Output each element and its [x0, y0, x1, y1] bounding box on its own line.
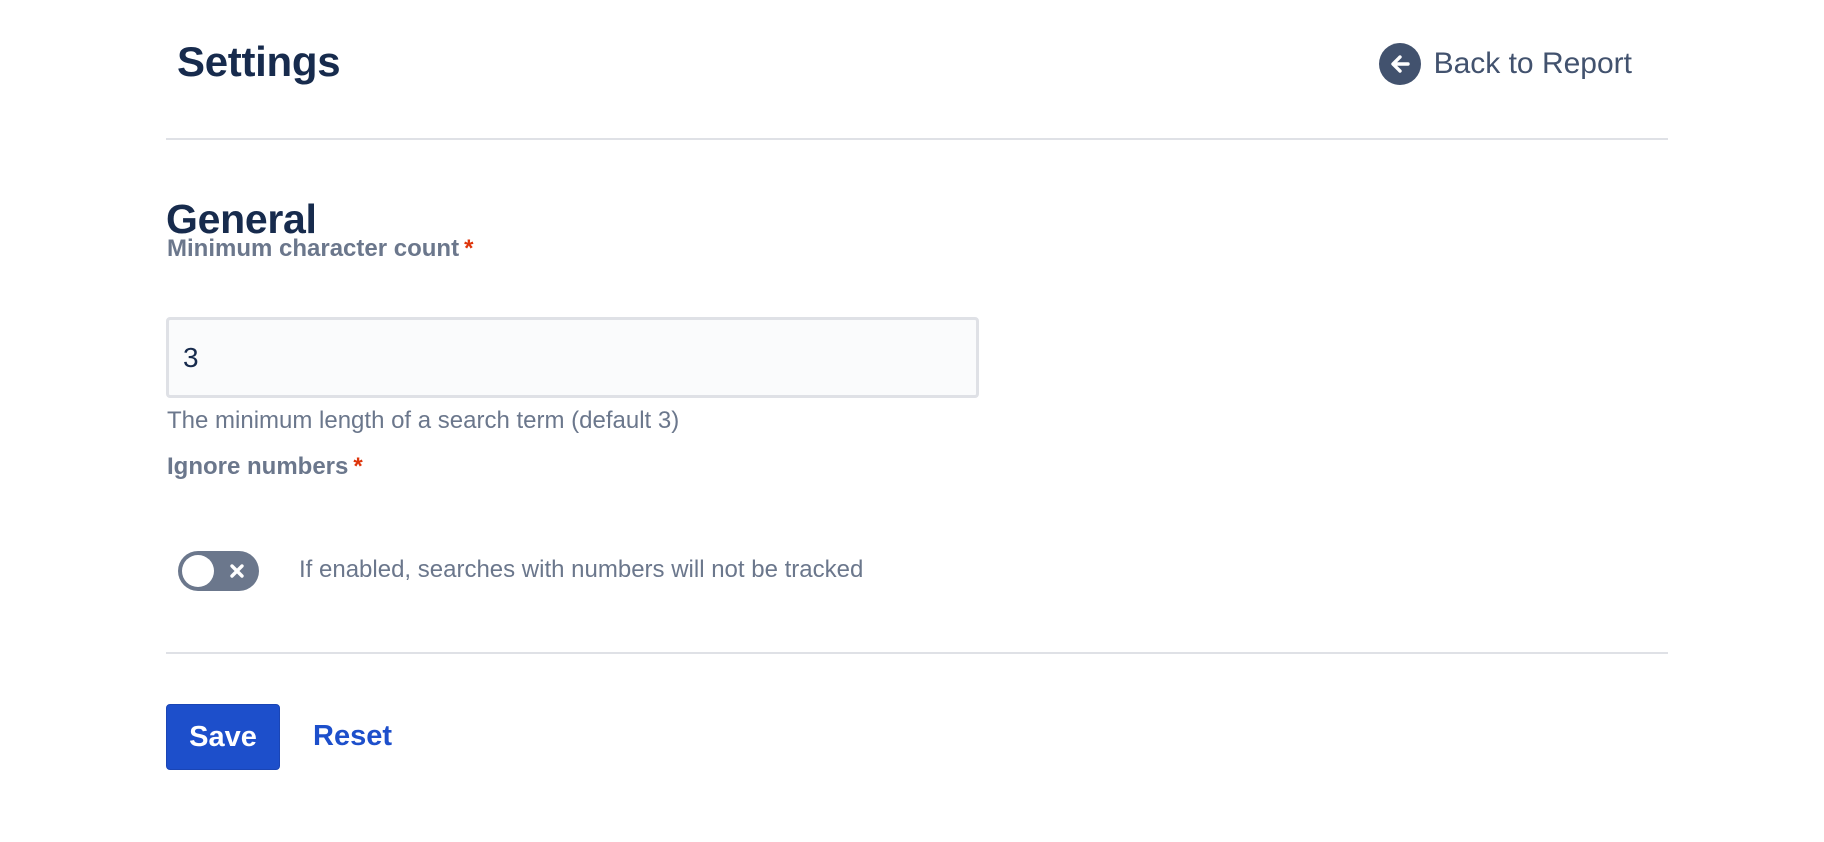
- arrow-left-circle-icon: [1378, 43, 1421, 85]
- ignore-numbers-description: If enabled, searches with numbers will n…: [299, 556, 864, 583]
- back-to-report-label: Back to Report: [1433, 47, 1632, 80]
- back-to-report-link[interactable]: Back to Report: [1378, 43, 1632, 85]
- ignore-numbers-label-text: Ignore numbers: [167, 453, 349, 480]
- save-button[interactable]: Save: [166, 704, 280, 770]
- ignore-numbers-toggle[interactable]: [178, 551, 259, 591]
- page-header: Settings Back to Report: [166, 0, 1668, 140]
- min-char-count-input[interactable]: [166, 317, 979, 398]
- ignore-numbers-label: Ignore numbers *: [167, 453, 363, 481]
- settings-page: Settings Back to Report General Minimum …: [0, 0, 1824, 842]
- toggle-knob: [182, 555, 214, 587]
- reset-button[interactable]: Reset: [313, 720, 392, 753]
- page-title: Settings: [177, 38, 341, 85]
- min-char-count-helper: The minimum length of a search term (def…: [167, 407, 680, 434]
- close-icon: [227, 561, 247, 581]
- min-char-count-label-text: Minimum character count: [167, 235, 460, 262]
- required-marker: *: [353, 453, 363, 480]
- required-marker: *: [464, 235, 474, 262]
- min-char-count-label: Minimum character count *: [167, 235, 473, 263]
- divider: [166, 652, 1668, 654]
